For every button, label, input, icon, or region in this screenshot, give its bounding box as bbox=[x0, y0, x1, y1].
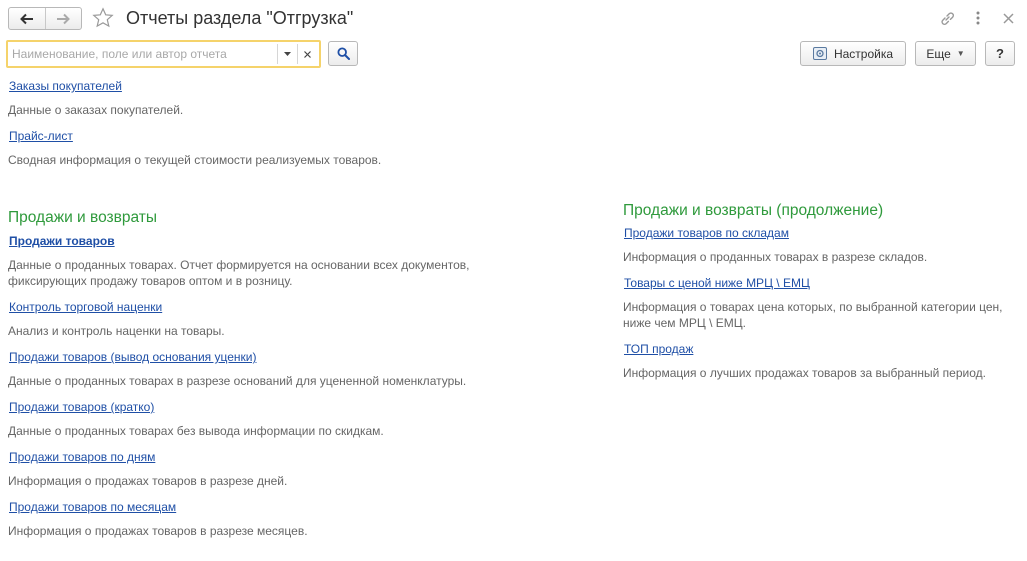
report-description: Данные о проданных товарах в разрезе осн… bbox=[8, 374, 467, 388]
report-description: Данные о проданных товарах без вывода ин… bbox=[8, 424, 384, 438]
report-link-markup-control[interactable]: Контроль торговой наценки bbox=[9, 300, 162, 314]
group-title-sales-returns: Продажи и возвраты bbox=[8, 209, 157, 226]
report-link-customer-orders[interactable]: Заказы покупателей bbox=[9, 79, 122, 93]
link-icon[interactable] bbox=[938, 9, 956, 27]
more-button[interactable]: Еще ▼ bbox=[915, 41, 976, 66]
help-button-label: ? bbox=[996, 46, 1004, 61]
report-description: Информация о продажах товаров в разрезе … bbox=[8, 524, 308, 538]
search-input[interactable] bbox=[12, 45, 274, 63]
report-link-sales-by-warehouses[interactable]: Продажи товаров по складам bbox=[624, 226, 789, 240]
report-link-sales-by-days[interactable]: Продажи товаров по дням bbox=[9, 450, 155, 464]
report-link-sales-markdown-reason[interactable]: Продажи товаров (вывод основания уценки) bbox=[9, 350, 256, 364]
settings-button[interactable]: Настройка bbox=[800, 41, 906, 66]
chevron-down-icon: ▼ bbox=[956, 49, 965, 58]
report-description: Информация о товарах цена которых, по вы… bbox=[623, 300, 1003, 330]
more-vertical-icon[interactable] bbox=[969, 9, 987, 27]
report-link-price-list[interactable]: Прайс-лист bbox=[9, 129, 73, 143]
search-clear-button[interactable] bbox=[297, 44, 317, 64]
navigation-buttons bbox=[8, 7, 82, 30]
report-description: Сводная информация о текущей стоимости р… bbox=[8, 153, 382, 167]
arrow-left-icon bbox=[20, 13, 33, 24]
chevron-down-icon bbox=[284, 52, 291, 56]
report-description: Информация о лучших продажах товаров за … bbox=[623, 366, 986, 380]
search-icon bbox=[336, 47, 350, 60]
report-description: Данные о заказах покупателей. bbox=[8, 103, 184, 117]
report-link-top-sales[interactable]: ТОП продаж bbox=[624, 342, 693, 356]
report-description: Анализ и контроль наценки на товары. bbox=[8, 324, 225, 338]
settings-button-label: Настройка bbox=[833, 46, 894, 61]
forward-button[interactable] bbox=[44, 8, 81, 29]
favorite-star-icon[interactable] bbox=[92, 7, 114, 29]
report-description: Данные о проданных товарах. Отчет формир… bbox=[8, 258, 470, 288]
back-button[interactable] bbox=[9, 8, 45, 29]
report-link-sales-goods[interactable]: Продажи товаров bbox=[9, 234, 115, 248]
group-title-sales-returns-continued: Продажи и возвраты (продолжение) bbox=[623, 202, 884, 219]
arrow-right-icon bbox=[57, 13, 71, 24]
search-dropdown-button[interactable] bbox=[277, 44, 297, 64]
report-link-sales-brief[interactable]: Продажи товаров (кратко) bbox=[9, 400, 154, 414]
search-box bbox=[6, 40, 321, 68]
close-icon[interactable] bbox=[999, 9, 1017, 27]
report-link-sales-by-months[interactable]: Продажи товаров по месяцам bbox=[9, 500, 176, 514]
search-button[interactable] bbox=[328, 41, 358, 66]
page-title: Отчеты раздела "Отгрузка" bbox=[126, 8, 354, 28]
help-button[interactable]: ? bbox=[985, 41, 1015, 66]
report-link-goods-below-mrp[interactable]: Товары с ценой ниже МРЦ \ ЕМЦ bbox=[624, 276, 810, 290]
settings-icon bbox=[812, 47, 827, 60]
more-button-label: Еще bbox=[926, 46, 951, 61]
clear-icon bbox=[304, 50, 311, 58]
report-description: Информация о продажах товаров в разрезе … bbox=[8, 474, 288, 488]
title-bar: Отчеты раздела "Отгрузка" bbox=[0, 0, 1027, 38]
report-description: Информация о проданных товарах в разрезе… bbox=[623, 250, 928, 264]
